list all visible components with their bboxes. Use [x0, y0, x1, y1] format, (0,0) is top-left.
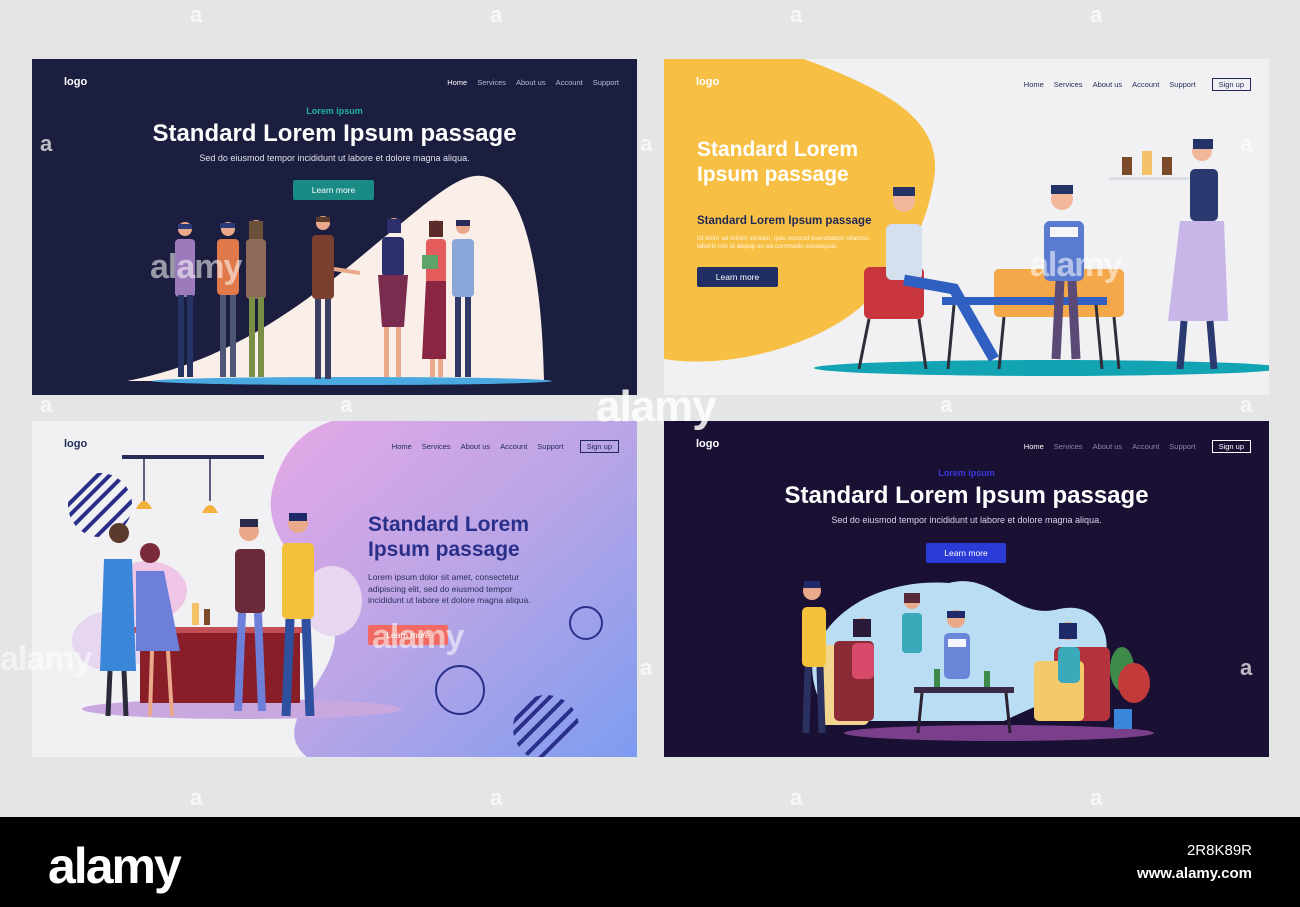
watermark-a-icon: a [790, 785, 803, 810]
watermark-a-icon: a [190, 785, 203, 810]
people-line-illustration [152, 216, 552, 385]
landing-panel-2: logo Home Services About us Account Supp… [664, 59, 1269, 395]
site-url[interactable]: www.alamy.com [1137, 865, 1252, 882]
watermark: alamy [150, 248, 242, 286]
watermark-a-icon: a [40, 131, 53, 156]
landing-panel-1: logo Home Services About us Account Supp… [32, 59, 637, 395]
watermark-a-icon: a [490, 2, 503, 27]
watermark-a-icon: a [340, 392, 353, 417]
watermark: alamy [1030, 246, 1122, 284]
watermark-a-icon: a [190, 2, 203, 27]
watermark-a-icon: a [940, 392, 953, 417]
watermark: alamy [372, 618, 464, 656]
alamy-logo: alamy [48, 838, 182, 894]
watermark-a-icon: a [1090, 785, 1103, 810]
cafe-illustration [814, 139, 1269, 376]
landing-panel-3: logo Home Services About us Account Supp… [32, 421, 637, 757]
watermark-a-icon: a [490, 785, 503, 810]
image-id: 2R8K89R [1186, 842, 1252, 859]
watermark-a-icon: a [40, 392, 53, 417]
watermark-a-icon: a [1090, 2, 1103, 27]
bar-illustration [68, 455, 603, 757]
watermark-a-icon: a [640, 131, 653, 156]
watermark-a-icon: a [1240, 131, 1253, 156]
watermark: alamy [596, 382, 717, 431]
watermark-a-icon: a [1240, 392, 1253, 417]
landing-panel-4: logo Home Services About us Account Supp… [664, 421, 1269, 757]
watermark-a-icon: a [640, 655, 653, 680]
lounge-illustration [802, 581, 1150, 734]
watermark: alamy [0, 640, 92, 678]
watermark-a-icon: a [790, 2, 803, 27]
stock-footer-bar: alamy 2R8K89R www.alamy.com [0, 817, 1300, 907]
watermark-a-icon: a [1240, 655, 1253, 680]
